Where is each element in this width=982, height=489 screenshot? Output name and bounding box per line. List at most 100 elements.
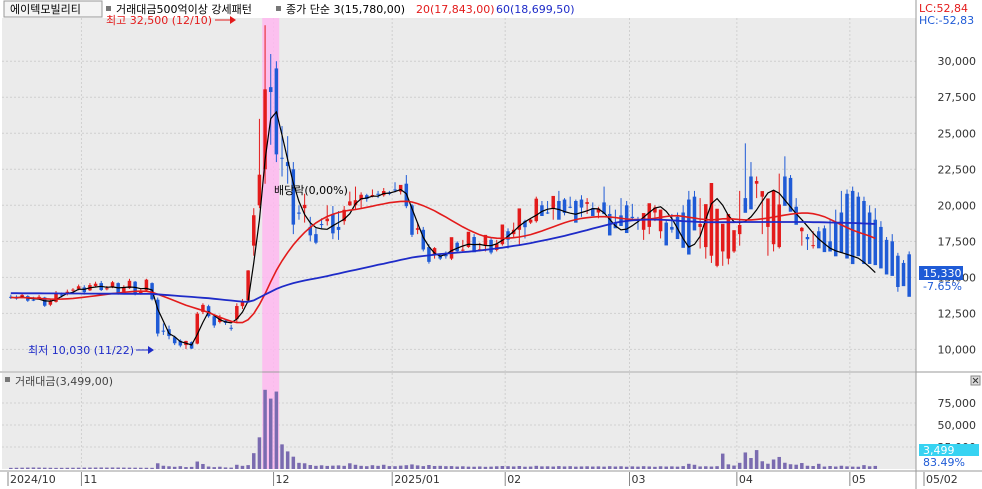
volume-bar	[263, 389, 267, 469]
volume-bar	[184, 467, 188, 469]
candle-body	[302, 204, 307, 209]
volume-bar	[421, 466, 426, 469]
volume-tick-label: 50,000	[938, 419, 977, 432]
volume-bar	[48, 467, 53, 469]
candle-body	[297, 212, 301, 214]
candle-body	[336, 226, 341, 230]
volume-bar	[545, 466, 550, 469]
x-tick-label: 05/02	[926, 473, 958, 486]
volume-bar	[314, 465, 318, 469]
candle-body	[737, 225, 742, 235]
candle-body	[71, 289, 75, 291]
volume-bar	[172, 466, 177, 469]
candle-body	[754, 181, 759, 184]
candle-body	[630, 216, 635, 219]
volume-bar	[811, 466, 815, 469]
ma60-legend: 60(18,699,50)	[496, 3, 575, 16]
volume-bar	[65, 467, 70, 469]
volume-bar	[122, 467, 126, 469]
candle-body	[455, 242, 459, 252]
volume-bar	[839, 465, 844, 469]
volume-bar	[246, 465, 250, 469]
volume-bar	[285, 451, 290, 469]
y-tick-label: 30,000	[938, 55, 977, 68]
volume-bar	[449, 466, 454, 469]
volume-bar	[167, 466, 171, 469]
volume-bar	[82, 467, 87, 469]
stock-name[interactable]: 에이텍모빌리티	[10, 3, 81, 16]
volume-bar	[116, 467, 120, 469]
volume-bar	[732, 465, 736, 469]
x-tick-label: 2024/10	[10, 473, 56, 486]
volume-bar	[291, 456, 296, 469]
y-tick-label: 10,000	[938, 343, 977, 356]
volume-bar	[783, 462, 787, 469]
candle-body	[325, 218, 329, 222]
volume-bar	[585, 466, 589, 469]
candle-body	[585, 202, 589, 204]
volume-bar	[461, 466, 465, 469]
volume-bar	[9, 467, 13, 469]
candle-body	[212, 316, 216, 326]
volume-title: 거래대금(3,499,00)	[15, 375, 113, 388]
volume-bar	[794, 464, 798, 469]
candle-body	[647, 203, 652, 227]
volume-bar	[381, 464, 386, 469]
candle-body	[319, 224, 324, 226]
y-tick-label: 17,500	[938, 235, 977, 248]
candle-body	[822, 228, 827, 253]
volume-bar	[500, 466, 505, 469]
volume-bar	[822, 466, 827, 469]
candle-body	[105, 288, 109, 290]
volume-bar	[404, 465, 409, 469]
volume-bar	[613, 466, 618, 469]
volume-bar	[370, 465, 375, 469]
volume-bar	[20, 467, 24, 469]
volume-bar	[133, 467, 137, 469]
candle-body	[800, 227, 804, 232]
stock-chart: 10,00012,50015,00017,50020,00022,50025,0…	[0, 0, 982, 489]
volume-bar	[26, 467, 30, 469]
volume-bar	[607, 466, 612, 469]
candle-body	[415, 228, 420, 230]
y-tick-label: 25,000	[938, 127, 977, 140]
x-tick-label: 03	[632, 473, 646, 486]
volume-bar	[602, 466, 606, 469]
volume-bar	[268, 398, 273, 469]
y-tick-label: 20,000	[938, 199, 977, 212]
ma3-legend: 종가 단순 3(15,780,00)	[286, 3, 405, 16]
candle-body	[252, 215, 256, 246]
candle-body	[534, 198, 539, 222]
volume-bar	[472, 466, 476, 469]
volume-bar	[511, 466, 516, 469]
x-tick-label: 02	[507, 473, 521, 486]
volume-bar	[579, 466, 584, 469]
volume-bar	[568, 466, 572, 469]
candle-body	[568, 206, 572, 208]
volume-bar	[749, 458, 753, 469]
volume-bar	[359, 465, 363, 469]
candle-body	[195, 313, 200, 344]
volume-tick-label: 75,000	[938, 397, 977, 410]
volume-bar	[636, 466, 640, 469]
volume-bar	[478, 466, 482, 469]
candle-body	[161, 330, 166, 332]
volume-bar	[619, 466, 623, 469]
volume-bar	[252, 453, 256, 469]
candle-body	[280, 157, 284, 159]
ma20-legend: 20(17,843,00)	[416, 3, 495, 16]
volume-bar	[365, 466, 369, 469]
candle-body	[698, 223, 702, 227]
volume-bar	[766, 463, 770, 469]
volume-bar	[189, 466, 194, 469]
candle-body	[393, 189, 397, 191]
y-tick-label: 27,500	[938, 91, 977, 104]
volume-bar	[331, 465, 335, 469]
volume-bar	[670, 466, 674, 469]
volume-bar	[444, 466, 448, 469]
volume-bar	[218, 466, 222, 469]
hc-label: HC:-52,83	[919, 14, 974, 27]
volume-bar	[489, 466, 493, 469]
volume-bar	[771, 459, 776, 469]
candle-body	[681, 212, 685, 248]
